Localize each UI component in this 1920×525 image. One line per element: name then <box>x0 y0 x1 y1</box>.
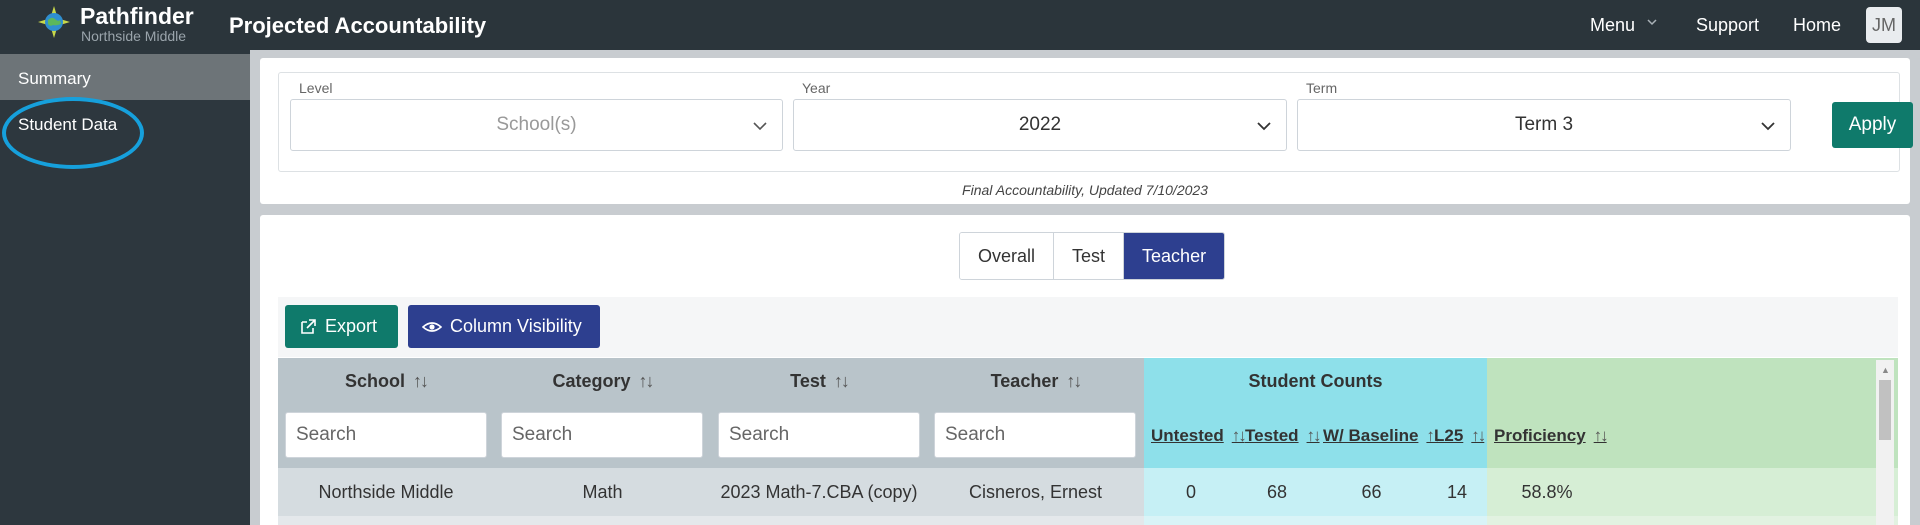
col-header-proficiency[interactable]: Proficiency ↑↓ <box>1494 404 1609 468</box>
nav-home-link[interactable]: Home <box>1793 15 1841 36</box>
view-tabs: Overall Test Teacher <box>959 232 1226 280</box>
export-label: Export <box>325 316 378 336</box>
table-header-row: School ↑↓ Category ↑↓ Test ↑↓ Teacher ↑↓ Stu… <box>278 358 1898 404</box>
table-scrollbar[interactable]: ▲ <box>1876 360 1894 525</box>
year-label: Year <box>802 80 831 96</box>
col-header-test[interactable]: Test ↑↓ <box>711 358 927 404</box>
filter-group: Level School(s) Year 2022 Term Term 3 Ap… <box>278 72 1913 172</box>
tab-overall[interactable]: Overall <box>960 233 1055 279</box>
col-header-w-baseline[interactable]: W/ Baseline ↑↓ <box>1323 404 1441 468</box>
results-card: Overall Test Teacher Export Column Visib… <box>260 215 1910 525</box>
year-select[interactable]: 2022 <box>793 99 1287 151</box>
user-avatar[interactable]: JM <box>1866 7 1902 43</box>
chevron-down-icon[interactable] <box>1646 16 1658 28</box>
chevron-down-icon <box>753 122 767 131</box>
sort-icon[interactable]: ↑↓ <box>1471 426 1486 446</box>
cell-test: 2023 Math-7.CBA (copy) <box>711 468 927 516</box>
cell-w-baseline: 66 <box>1316 468 1427 516</box>
sort-icon[interactable]: ↑↓ <box>413 371 429 392</box>
cell-untested: 0 <box>1144 468 1238 516</box>
chevron-down-icon <box>1761 122 1775 131</box>
cell-proficiency: 58.8% <box>1487 468 1607 516</box>
search-input-teacher[interactable]: Search <box>934 412 1136 458</box>
col-header-l25[interactable]: L25 ↑↓ <box>1434 404 1486 468</box>
main-content: Level School(s) Year 2022 Term Term 3 Ap… <box>250 50 1920 525</box>
apply-button[interactable]: Apply <box>1832 102 1913 148</box>
term-label: Term <box>1306 80 1338 96</box>
search-input-test[interactable]: Search <box>718 412 920 458</box>
cell-school: Northside Middle <box>278 468 494 516</box>
sort-icon[interactable]: ↑↓ <box>834 371 850 392</box>
export-button[interactable]: Export <box>285 305 398 348</box>
sort-icon[interactable]: ↑↓ <box>639 371 655 392</box>
table-row[interactable]: Northside Middle Math 2023 Math-7.CBA (c… <box>278 468 1898 516</box>
sidebar-item-summary[interactable]: Summary <box>0 54 250 100</box>
chevron-down-icon <box>1257 122 1271 131</box>
nav-menu-dropdown[interactable]: Menu <box>1590 15 1635 36</box>
accountability-status-note: Final Accountability, Updated 7/10/2023 <box>962 182 1208 198</box>
sort-icon[interactable]: ↑↓ <box>1307 426 1322 446</box>
top-nav-bar: Pathfinder Northside Middle Projected Ac… <box>0 0 1920 50</box>
tab-test[interactable]: Test <box>1054 233 1125 279</box>
table-filter-row: Search Search Search Search Untested ↑↓ T… <box>278 404 1898 468</box>
col-group-proficiency <box>1487 358 1898 404</box>
brand-name[interactable]: Pathfinder <box>80 3 194 30</box>
term-select-value: Term 3 <box>1514 114 1574 135</box>
highlight-circle-annotation <box>2 97 144 169</box>
filter-card: Level School(s) Year 2022 Term Term 3 Ap… <box>260 58 1913 204</box>
globe-logo-icon <box>38 6 70 38</box>
cell-l25: 14 <box>1427 468 1487 516</box>
level-label: Level <box>299 80 333 96</box>
scrollbar-thumb[interactable] <box>1879 380 1891 440</box>
data-table: School ↑↓ Category ↑↓ Test ↑↓ Teacher ↑↓ Stu… <box>278 358 1898 525</box>
col-header-school[interactable]: School ↑↓ <box>278 358 494 404</box>
table-row[interactable] <box>278 516 1898 525</box>
cell-category: Math <box>494 468 711 516</box>
col-header-tested[interactable]: Tested ↑↓ <box>1245 404 1322 468</box>
level-select-placeholder: School(s) <box>496 114 577 135</box>
tab-teacher[interactable]: Teacher <box>1124 233 1225 279</box>
level-select[interactable]: School(s) <box>290 99 783 151</box>
term-select[interactable]: Term 3 <box>1297 99 1791 151</box>
col-header-untested[interactable]: Untested ↑↓ <box>1151 404 1247 468</box>
column-visibility-label: Column Visibility <box>450 316 582 336</box>
external-link-icon <box>301 318 316 334</box>
sort-icon[interactable]: ↑↓ <box>1232 426 1247 446</box>
page-title: Projected Accountability <box>229 13 487 38</box>
eye-icon <box>422 321 442 332</box>
scroll-up-arrow-icon[interactable]: ▲ <box>1881 365 1890 375</box>
nav-support-link[interactable]: Support <box>1696 15 1759 36</box>
cell-tested: 68 <box>1238 468 1316 516</box>
col-header-category[interactable]: Category ↑↓ <box>494 358 711 404</box>
column-visibility-button[interactable]: Column Visibility <box>408 305 600 348</box>
col-group-student-counts: Student Counts <box>1144 358 1487 404</box>
brand-school-name: Northside Middle <box>81 28 187 44</box>
sort-icon[interactable]: ↑↓ <box>1066 371 1082 392</box>
sort-icon[interactable]: ↑↓ <box>1594 426 1609 446</box>
col-header-teacher[interactable]: Teacher ↑↓ <box>927 358 1144 404</box>
year-select-value: 2022 <box>1018 114 1062 135</box>
cell-teacher: Cisneros, Ernest <box>927 468 1144 516</box>
search-input-category[interactable]: Search <box>501 412 703 458</box>
search-input-school[interactable]: Search <box>285 412 487 458</box>
